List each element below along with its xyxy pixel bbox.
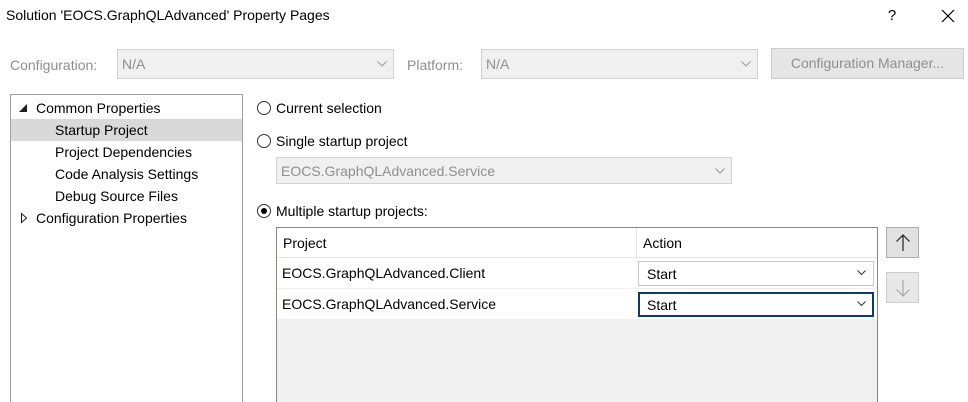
single-startup-value: EOCS.GraphQLAdvanced.Service bbox=[281, 162, 495, 179]
action-value: Start bbox=[647, 297, 677, 313]
chevron-down-icon bbox=[377, 61, 387, 67]
column-header-action[interactable]: Action bbox=[643, 235, 682, 251]
move-down-button[interactable] bbox=[886, 272, 919, 303]
current-selection-radio[interactable] bbox=[257, 101, 271, 115]
tree-item-label: Startup Project bbox=[55, 122, 148, 138]
action-value: Start bbox=[647, 266, 677, 282]
platform-combo[interactable]: N/A bbox=[481, 49, 758, 79]
title-bar: Solution 'EOCS.GraphQLAdvanced' Property… bbox=[0, 0, 968, 32]
tree-item-label: Debug Source Files bbox=[55, 188, 178, 204]
arrow-down-icon bbox=[896, 280, 910, 297]
chevron-down-icon bbox=[857, 301, 866, 307]
category-tree[interactable]: Common Properties Startup Project Projec… bbox=[10, 94, 243, 402]
configuration-value: N/A bbox=[122, 56, 146, 72]
tree-item-project-dependencies[interactable]: Project Dependencies bbox=[11, 141, 242, 163]
platform-label: Platform: bbox=[407, 57, 464, 73]
configuration-manager-button[interactable]: Configuration Manager... bbox=[771, 48, 964, 79]
triangle-expanded-icon[interactable] bbox=[18, 97, 30, 119]
platform-value: N/A bbox=[486, 56, 510, 72]
configuration-combo[interactable]: N/A bbox=[117, 49, 394, 79]
window-title: Solution 'EOCS.GraphQLAdvanced' Property… bbox=[6, 7, 330, 23]
tree-item-common-properties[interactable]: Common Properties bbox=[11, 97, 242, 119]
tree-item-debug-source-files[interactable]: Debug Source Files bbox=[11, 185, 242, 207]
tree-item-label: Project Dependencies bbox=[55, 144, 192, 160]
current-selection-label[interactable]: Current selection bbox=[276, 100, 382, 116]
triangle-collapsed-icon[interactable] bbox=[20, 207, 32, 229]
tree-item-label: Common Properties bbox=[36, 100, 161, 116]
chevron-down-icon bbox=[715, 167, 725, 174]
chevron-down-icon bbox=[857, 270, 866, 276]
single-startup-combo[interactable]: EOCS.GraphQLAdvanced.Service bbox=[276, 157, 732, 184]
startup-projects-grid[interactable]: Project Action EOCS.GraphQLAdvanced.Clie… bbox=[276, 227, 878, 402]
column-divider[interactable] bbox=[636, 228, 637, 258]
chevron-down-icon bbox=[741, 61, 751, 67]
multiple-startup-radio[interactable] bbox=[257, 204, 271, 218]
action-dropdown[interactable]: Start bbox=[638, 261, 874, 286]
tree-item-label: Configuration Properties bbox=[36, 210, 187, 226]
tree-item-startup-project[interactable]: Startup Project bbox=[11, 119, 242, 141]
tree-item-label: Code Analysis Settings bbox=[55, 166, 199, 182]
project-name-cell[interactable]: EOCS.GraphQLAdvanced.Client bbox=[282, 265, 485, 281]
column-header-project[interactable]: Project bbox=[283, 235, 327, 251]
multiple-startup-label[interactable]: Multiple startup projects: bbox=[276, 203, 428, 219]
table-row[interactable]: EOCS.GraphQLAdvanced.Service Start bbox=[277, 289, 877, 320]
project-name-cell[interactable]: EOCS.GraphQLAdvanced.Service bbox=[282, 296, 496, 312]
close-button[interactable] bbox=[928, 0, 968, 32]
close-icon bbox=[941, 9, 955, 23]
configuration-label: Configuration: bbox=[10, 57, 98, 73]
grid-header: Project Action bbox=[277, 228, 877, 258]
table-row[interactable]: EOCS.GraphQLAdvanced.Client Start bbox=[277, 258, 877, 289]
tree-item-code-analysis-settings[interactable]: Code Analysis Settings bbox=[11, 163, 242, 185]
single-startup-label[interactable]: Single startup project bbox=[276, 133, 408, 149]
action-dropdown[interactable]: Start bbox=[638, 292, 874, 317]
move-up-button[interactable] bbox=[886, 227, 919, 258]
tree-item-configuration-properties[interactable]: Configuration Properties bbox=[11, 207, 242, 229]
help-button[interactable]: ? bbox=[872, 0, 912, 32]
arrow-up-icon bbox=[896, 234, 910, 251]
single-startup-radio[interactable] bbox=[257, 134, 271, 148]
